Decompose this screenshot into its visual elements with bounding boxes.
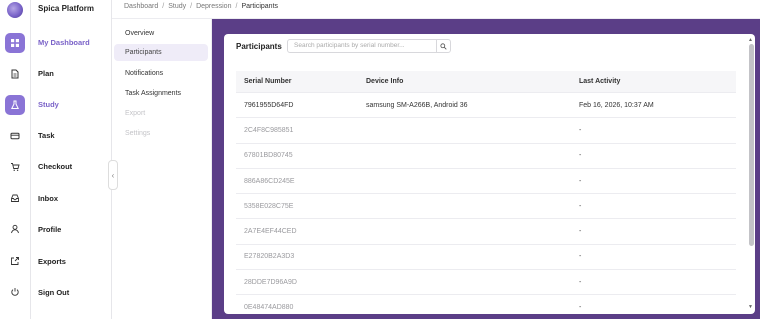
chevron-left-icon: ‹ — [111, 170, 115, 180]
flask-icon[interactable] — [5, 95, 25, 115]
serial-cell: 2A7E4EF44CED — [244, 228, 297, 236]
subnav-overview[interactable]: Overview — [114, 25, 208, 42]
nav-item-plan[interactable]: Plan — [38, 69, 54, 78]
nav-item-checkout[interactable]: Checkout — [38, 162, 72, 171]
search-input[interactable]: Search participants by serial number... — [287, 39, 437, 53]
breadcrumb-separator: / — [235, 3, 238, 10]
scroll-down-arrow[interactable]: ▼ — [748, 304, 753, 310]
table-row[interactable]: 0E48474AD880 - — [236, 295, 736, 314]
serial-cell: 0E48474AD880 — [244, 304, 294, 312]
column-serial-number[interactable]: Serial Number — [236, 78, 366, 85]
serial-cell: 5358E028C75E — [244, 202, 294, 210]
serial-cell: 2C4F8C985851 — [244, 126, 294, 134]
subnav-participants[interactable]: Participants — [114, 44, 208, 61]
nav-item-exports[interactable]: Exports — [38, 257, 66, 266]
subnav-export: Export — [125, 110, 146, 117]
study-subnav: Overview Participants Notifications Task… — [112, 19, 212, 319]
nav-item-inbox[interactable]: Inbox — [38, 194, 58, 203]
document-icon[interactable] — [5, 64, 25, 84]
table-row[interactable]: 5358E028C75E - — [236, 194, 736, 220]
last-activity-cell: - — [579, 228, 582, 236]
subnav-task-assignments[interactable]: Task Assignments — [114, 85, 208, 102]
last-activity-cell: Feb 16, 2026, 10:37 AM — [579, 101, 654, 109]
table-row[interactable]: 7961955D64FD samsung SM-A266B, Android 3… — [236, 93, 736, 119]
breadcrumb-separator: / — [162, 3, 165, 10]
search-button[interactable] — [436, 39, 451, 53]
nav-labels — [31, 0, 112, 319]
last-activity-cell: - — [579, 152, 582, 160]
participants-card: Participants Search participants by seri… — [224, 34, 755, 314]
inbox-icon[interactable] — [5, 188, 25, 208]
table-row[interactable]: E27820B2A3D3 - — [236, 245, 736, 271]
last-activity-cell: - — [579, 202, 582, 210]
serial-cell: 67801BD80745 — [244, 152, 293, 160]
nav-item-study[interactable]: Study — [38, 100, 59, 109]
table-row[interactable]: 2C4F8C985851 - — [236, 118, 736, 144]
nav-item-profile[interactable]: Profile — [38, 225, 61, 234]
icon-rail — [0, 0, 31, 319]
column-last-activity[interactable]: Last Activity — [579, 78, 736, 85]
breadcrumb-participants: Participants — [241, 3, 279, 10]
serial-cell: 7961955D64FD — [244, 101, 294, 109]
user-icon[interactable] — [5, 219, 25, 239]
table-header: Serial Number Device Info Last Activity — [236, 71, 736, 93]
column-device-info[interactable]: Device Info — [366, 78, 579, 85]
breadcrumb-study[interactable]: Study — [168, 3, 186, 10]
cart-icon[interactable] — [5, 157, 25, 177]
last-activity-cell: - — [579, 253, 582, 261]
nav-item-task[interactable]: Task — [38, 131, 55, 140]
nav-item-sign-out[interactable]: Sign Out — [38, 288, 69, 297]
search-icon — [440, 42, 447, 50]
last-activity-cell: - — [579, 304, 582, 312]
card-title: Participants — [236, 42, 282, 51]
participants-table: Serial Number Device Info Last Activity … — [236, 71, 736, 314]
last-activity-cell: - — [579, 177, 582, 185]
last-activity-cell: - — [579, 126, 582, 134]
scrollbar-thumb[interactable] — [749, 44, 754, 246]
table-row[interactable]: 886A86CD245E - — [236, 169, 736, 195]
brand-logo[interactable] — [7, 2, 23, 18]
serial-cell: E27820B2A3D3 — [244, 253, 295, 261]
serial-cell: 886A86CD245E — [244, 177, 295, 185]
subnav-notifications[interactable]: Notifications — [114, 65, 208, 82]
breadcrumb-depression[interactable]: Depression — [196, 3, 231, 10]
last-activity-cell: - — [579, 278, 582, 286]
card-icon[interactable] — [5, 126, 25, 146]
table-row[interactable]: 67801BD80745 - — [236, 144, 736, 169]
subnav-settings: Settings — [125, 130, 151, 137]
power-icon[interactable] — [5, 282, 25, 302]
nav-item-my-dashboard[interactable]: My Dashboard — [38, 38, 90, 47]
brand-name: Spica Platform — [38, 4, 95, 13]
breadcrumb-dashboard[interactable]: Dashboard — [124, 3, 158, 10]
breadcrumb: Dashboard / Study / Depression / Partici… — [124, 3, 278, 10]
scroll-up-arrow[interactable]: ▲ — [748, 37, 753, 43]
serial-cell: 28DDE7D96A9D — [244, 278, 297, 286]
collapse-sidebar-button[interactable]: ‹ — [108, 160, 118, 190]
device-cell: samsung SM-A266B, Android 36 — [366, 101, 468, 109]
table-row[interactable]: 28DDE7D96A9D - — [236, 270, 736, 296]
export-icon[interactable] — [5, 251, 25, 271]
grid-icon[interactable] — [5, 33, 25, 53]
breadcrumb-separator: / — [190, 3, 193, 10]
table-row[interactable]: 2A7E4EF44CED - — [236, 219, 736, 245]
